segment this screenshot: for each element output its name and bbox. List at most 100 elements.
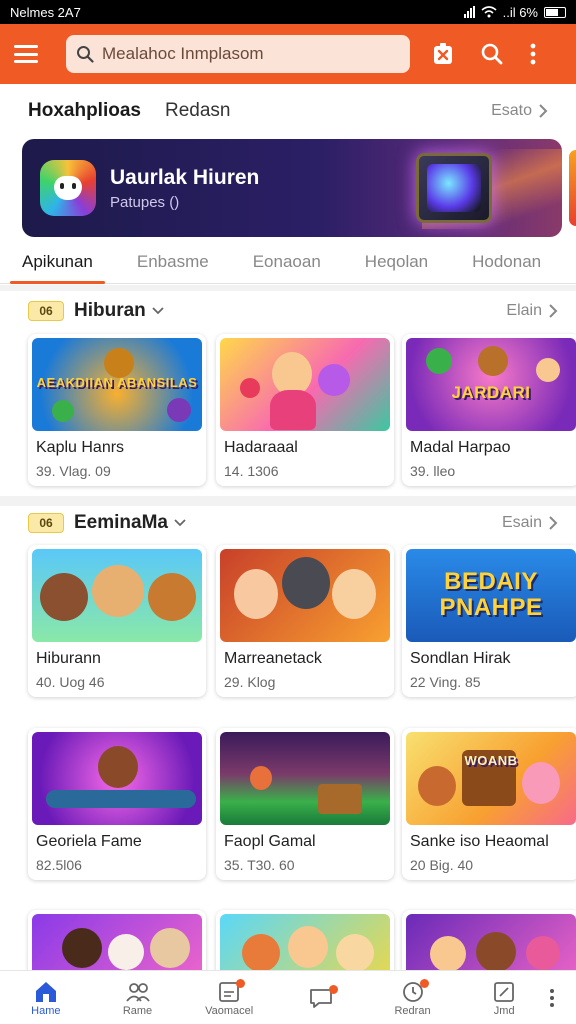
game-art-text: WOANB [464,753,518,768]
game-card[interactable]: BEDAIY PNAHPE Sondlan Hirak 22 Ving. 85 [402,545,576,697]
game-thumbnail [220,732,390,825]
page-title: Hoxahplioas [28,100,141,121]
nav-label: Redran [394,1004,431,1017]
game-thumbnail [220,549,390,642]
see-all-label: Elain [506,302,542,319]
game-thumbnail: JARDARI [406,338,576,431]
tab-eonaoan[interactable]: Eonaoan [253,240,321,284]
game-meta: 20 Big. 40 [410,857,474,873]
more-vertical-icon[interactable] [530,43,536,65]
chevron-down-icon[interactable] [152,307,164,315]
banner-arcade-art [416,153,492,223]
people-icon [125,979,151,1005]
game-card[interactable]: Hadaraaal 14. 1306 [216,334,394,486]
banner-title: Uaurlak Hiuren [110,165,260,189]
section-eeminama-header: 06 EeminaMa Esain [28,508,558,538]
section-header: Hoxahplioas Redasn Esato [0,86,576,136]
status-icons: ..il 6% [463,4,566,20]
tab-hodonan[interactable]: Hodonan [472,240,541,284]
game-thumbnail: WOANB [406,732,576,825]
chevron-right-icon [549,516,558,530]
search-bar[interactable] [66,35,410,73]
see-all-link[interactable]: Elain [506,302,558,320]
see-all-label: Esato [491,102,532,119]
game-title: Marreanetack [224,650,322,667]
search-input[interactable] [102,44,392,64]
game-meta: 14. 1306 [224,463,279,479]
section-title[interactable]: EeminaMa [74,512,168,534]
gift-tag-icon[interactable] [432,42,454,66]
game-card[interactable]: Marreanetack 29. Klog [216,545,394,697]
next-banner-peek[interactable] [569,150,576,226]
game-art-text: JARDARI [451,383,531,402]
nav-label: Hame [31,1004,61,1017]
search-icon[interactable] [480,42,504,66]
divider [0,496,576,506]
status-signal-text: ..il 6% [502,4,538,20]
nav-home[interactable]: Hame [0,979,92,1017]
game-art-text: AEAKDIIAN ABANSILAS [36,375,198,390]
game-card[interactable]: Faopl Gamal 35. T30. 60 [216,728,394,880]
game-title: Faopl Gamal [224,833,316,850]
wifi-icon [481,6,497,18]
nav-label: Rame [122,1004,153,1017]
see-all-link[interactable]: Esato [491,102,548,120]
game-title: Georiela Fame [36,833,142,850]
app-logo-icon [40,160,96,216]
game-card[interactable]: JARDARI Madal Harpao 39. lleo [402,334,576,486]
game-meta: 82.5l06 [36,857,82,873]
more-vertical-icon[interactable] [550,988,555,1007]
game-meta: 22 Ving. 85 [410,674,481,690]
category-tabs: Apikunan Enbasme Eonaoan Heqolan Hodonan [0,240,576,284]
app-bar [0,24,576,84]
tab-heqolan[interactable]: Heqolan [365,240,428,284]
chevron-down-icon[interactable] [174,519,186,527]
divider [0,285,576,291]
banner-subtitle: Patupes () [110,193,180,211]
signal-icon [463,6,475,18]
nav-rame[interactable]: Rame [92,979,184,1017]
game-thumbnail [32,549,202,642]
game-thumbnail [32,732,202,825]
nav-label: Vaomacel [205,1004,254,1017]
search-icon [77,46,94,63]
game-card[interactable]: Hiburann 40. Uog 46 [28,545,206,697]
game-card[interactable]: Georiela Fame 82.5l06 [28,728,206,880]
nav-label: Jmd [493,1004,515,1017]
nav-redran[interactable]: Redran [367,978,459,1017]
game-title: Kaplu Hanrs [36,439,125,456]
nav-vaomacel[interactable]: Vaomacel [183,978,275,1017]
section-badge: 06 [28,513,64,533]
game-title: Madal Harpao [410,439,511,456]
section-hiburan-header: 06 Hiburan Elain [28,296,558,326]
game-card[interactable]: AEAKDIIAN ABANSILAS Kaplu Hanrs 39. Vlag… [28,334,206,486]
nav-chat[interactable] [275,984,367,1011]
chevron-right-icon [539,104,548,118]
menu-icon[interactable] [14,45,38,63]
game-meta: 35. T30. 60 [224,857,295,873]
game-title: Hadaraaal [224,439,298,456]
see-all-label: Esain [501,514,542,531]
featured-banner[interactable]: Uaurlak Hiuren Patupes () [22,139,562,237]
game-meta: 29. Klog [224,674,276,690]
game-meta: 39. lleo [410,463,456,479]
clock-icon [401,978,429,1005]
bottom-navigation: Hame Rame Vaomacel Redran Jmd [0,970,576,1024]
battery-icon [544,6,566,18]
page-subtitle[interactable]: Redasn [165,100,231,122]
nav-jmd[interactable]: Jmd [458,979,550,1017]
game-title: Sanke iso Heaomal [410,833,549,850]
game-art-text: BEDAIY PNAHPE [439,568,543,622]
game-title: Sondlan Hirak [410,650,511,667]
chat-icon [308,984,338,1011]
tab-enbasme[interactable]: Enbasme [137,240,209,284]
status-time: Nelmes 2A7 [10,4,81,20]
home-icon [33,979,59,1005]
game-card[interactable]: WOANB Sanke iso Heaomal 20 Big. 40 [402,728,576,880]
section-title[interactable]: Hiburan [74,300,146,322]
see-all-link[interactable]: Esain [502,514,558,532]
game-thumbnail: BEDAIY PNAHPE [406,549,576,642]
tab-apikunan[interactable]: Apikunan [10,240,105,284]
game-thumbnail: AEAKDIIAN ABANSILAS [32,338,202,431]
game-meta: 40. Uog 46 [36,674,105,690]
